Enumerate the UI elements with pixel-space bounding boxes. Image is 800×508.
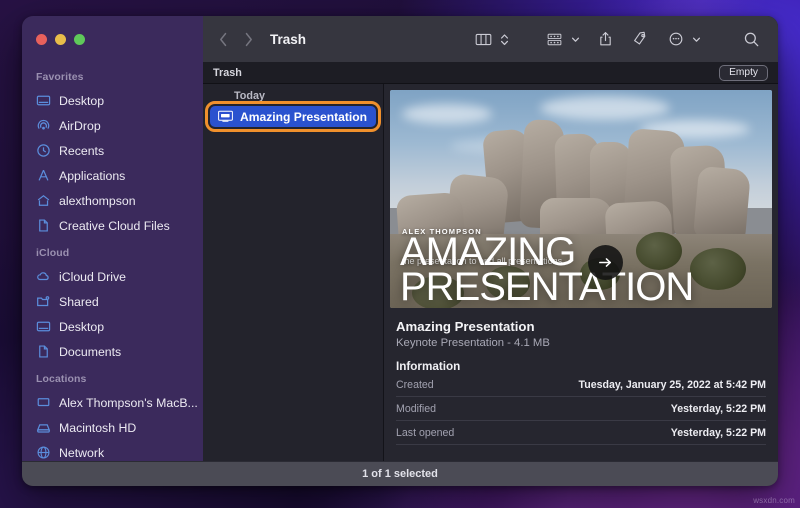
tag-icon[interactable] <box>629 28 650 50</box>
sidebar-item-label: iCloud Drive <box>59 270 126 284</box>
file-thumbnail: ALEX THOMPSON the presentation to end al… <box>390 90 772 308</box>
info-row-created: Created Tuesday, January 25, 2022 at 5:4… <box>396 373 766 397</box>
sidebar-item-label: alexthompson <box>59 194 136 208</box>
minimize-button[interactable] <box>55 34 66 45</box>
sidebar-section-locations: Locations <box>22 364 203 390</box>
status-bar: 1 of 1 selected <box>22 461 778 486</box>
file-metadata: Amazing Presentation Keynote Presentatio… <box>384 308 778 445</box>
table-row[interactable]: Amazing Presentation <box>210 106 376 127</box>
group-by-icon[interactable] <box>544 28 566 50</box>
document-icon <box>36 344 51 359</box>
clock-icon <box>36 143 51 158</box>
shared-folder-icon <box>36 294 51 309</box>
path-bar-label: Trash <box>213 67 242 79</box>
keynote-file-icon <box>218 110 233 123</box>
info-value: Tuesday, January 25, 2022 at 5:42 PM <box>579 379 766 391</box>
window-controls <box>22 16 203 62</box>
sidebar-scroll[interactable]: Favorites Desktop <box>22 62 203 461</box>
sidebar-item-label: Macintosh HD <box>59 421 136 435</box>
info-row-modified: Modified Yesterday, 5:22 PM <box>396 397 766 421</box>
empty-trash-button[interactable]: Empty <box>719 65 768 81</box>
sidebar-item-airdrop[interactable]: AirDrop <box>22 113 203 138</box>
preview-pane: ALEX THOMPSON the presentation to end al… <box>384 84 778 461</box>
group-by-control[interactable] <box>544 28 581 50</box>
info-value: Yesterday, 5:22 PM <box>671 427 766 439</box>
chevron-down-icon[interactable] <box>570 32 581 47</box>
path-bar: Trash Empty <box>203 62 778 84</box>
info-key: Modified <box>396 403 436 415</box>
applications-icon <box>36 168 51 183</box>
info-row-last-opened: Last opened Yesterday, 5:22 PM <box>396 421 766 445</box>
sidebar-item-label: Desktop <box>59 320 104 334</box>
file-row-container: Amazing Presentation <box>203 106 383 127</box>
share-icon[interactable] <box>596 28 617 50</box>
watermark: wsxdn.com <box>753 496 795 505</box>
sidebar-item-shared[interactable]: Shared <box>22 289 203 314</box>
sidebar-item-label: Alex Thompson's MacB... <box>59 396 198 410</box>
file-group-label: Today <box>203 88 383 106</box>
search-icon[interactable] <box>741 28 762 50</box>
more-options-icon[interactable] <box>665 28 687 50</box>
sidebar-item-icloud-drive[interactable]: iCloud Drive <box>22 264 203 289</box>
sidebar-section-favorites: Favorites <box>22 62 203 88</box>
cloud-icon <box>36 269 51 284</box>
view-switcher[interactable] <box>473 28 510 50</box>
desktop-icon <box>36 319 51 334</box>
info-value: Yesterday, 5:22 PM <box>671 403 766 415</box>
chevron-up-down-icon[interactable] <box>499 32 510 47</box>
close-button[interactable] <box>36 34 47 45</box>
arrow-right-circle-icon[interactable] <box>588 245 623 280</box>
desktop-icon <box>36 93 51 108</box>
sidebar-item-macbook[interactable]: Alex Thompson's MacB... <box>22 390 203 415</box>
finder-window: Favorites Desktop <box>22 16 778 486</box>
sidebar-item-desktop[interactable]: Desktop <box>22 88 203 113</box>
sidebar-item-label: Creative Cloud Files <box>59 219 170 233</box>
maximize-button[interactable] <box>74 34 85 45</box>
harddrive-icon <box>36 420 51 435</box>
info-key: Created <box>396 379 434 391</box>
forward-button[interactable] <box>240 28 256 50</box>
sidebar-item-macintosh-hd[interactable]: Macintosh HD <box>22 415 203 440</box>
airdrop-icon <box>36 118 51 133</box>
column-view-icon[interactable] <box>473 28 495 50</box>
main-area: Trash <box>203 16 778 461</box>
sidebar-item-label: Documents <box>59 345 121 359</box>
thumbnail-title-text: AMAZING PRESENTATION <box>400 235 766 305</box>
sidebar-item-label: Network <box>59 446 104 460</box>
sidebar-item-label: Desktop <box>59 94 104 108</box>
network-icon <box>36 445 51 460</box>
info-key: Last opened <box>396 427 454 439</box>
more-options-control[interactable] <box>665 28 702 50</box>
sidebar: Favorites Desktop <box>22 16 203 461</box>
sidebar-item-recents[interactable]: Recents <box>22 138 203 163</box>
navigation-buttons <box>215 28 256 50</box>
window-body: Favorites Desktop <box>22 16 778 461</box>
sidebar-item-label: Applications <box>59 169 125 183</box>
file-title: Amazing Presentation <box>396 319 766 334</box>
information-header: Information <box>396 360 766 373</box>
sidebar-item-documents[interactable]: Documents <box>22 339 203 364</box>
sidebar-item-applications[interactable]: Applications <box>22 163 203 188</box>
file-list[interactable]: Today Amazing Presentation <box>203 84 384 461</box>
toolbar-title: Trash <box>270 32 306 47</box>
sidebar-item-icloud-desktop[interactable]: Desktop <box>22 314 203 339</box>
sidebar-item-label: Shared <box>59 295 99 309</box>
sidebar-item-alexthompson[interactable]: alexthompson <box>22 188 203 213</box>
back-button[interactable] <box>215 28 231 50</box>
document-icon <box>36 218 51 233</box>
toolbar: Trash <box>203 16 778 62</box>
chevron-down-icon[interactable] <box>691 32 702 47</box>
sidebar-item-label: Recents <box>59 144 104 158</box>
content-area: Today Amazing Presentation <box>203 84 778 461</box>
sidebar-item-label: AirDrop <box>59 119 101 133</box>
laptop-icon <box>36 395 51 410</box>
sidebar-item-creative-cloud-files[interactable]: Creative Cloud Files <box>22 213 203 238</box>
sidebar-item-network[interactable]: Network <box>22 440 203 461</box>
home-icon <box>36 193 51 208</box>
sidebar-section-icloud: iCloud <box>22 238 203 264</box>
file-name-label: Amazing Presentation <box>240 110 367 124</box>
file-kind-size: Keynote Presentation - 4.1 MB <box>396 337 766 349</box>
